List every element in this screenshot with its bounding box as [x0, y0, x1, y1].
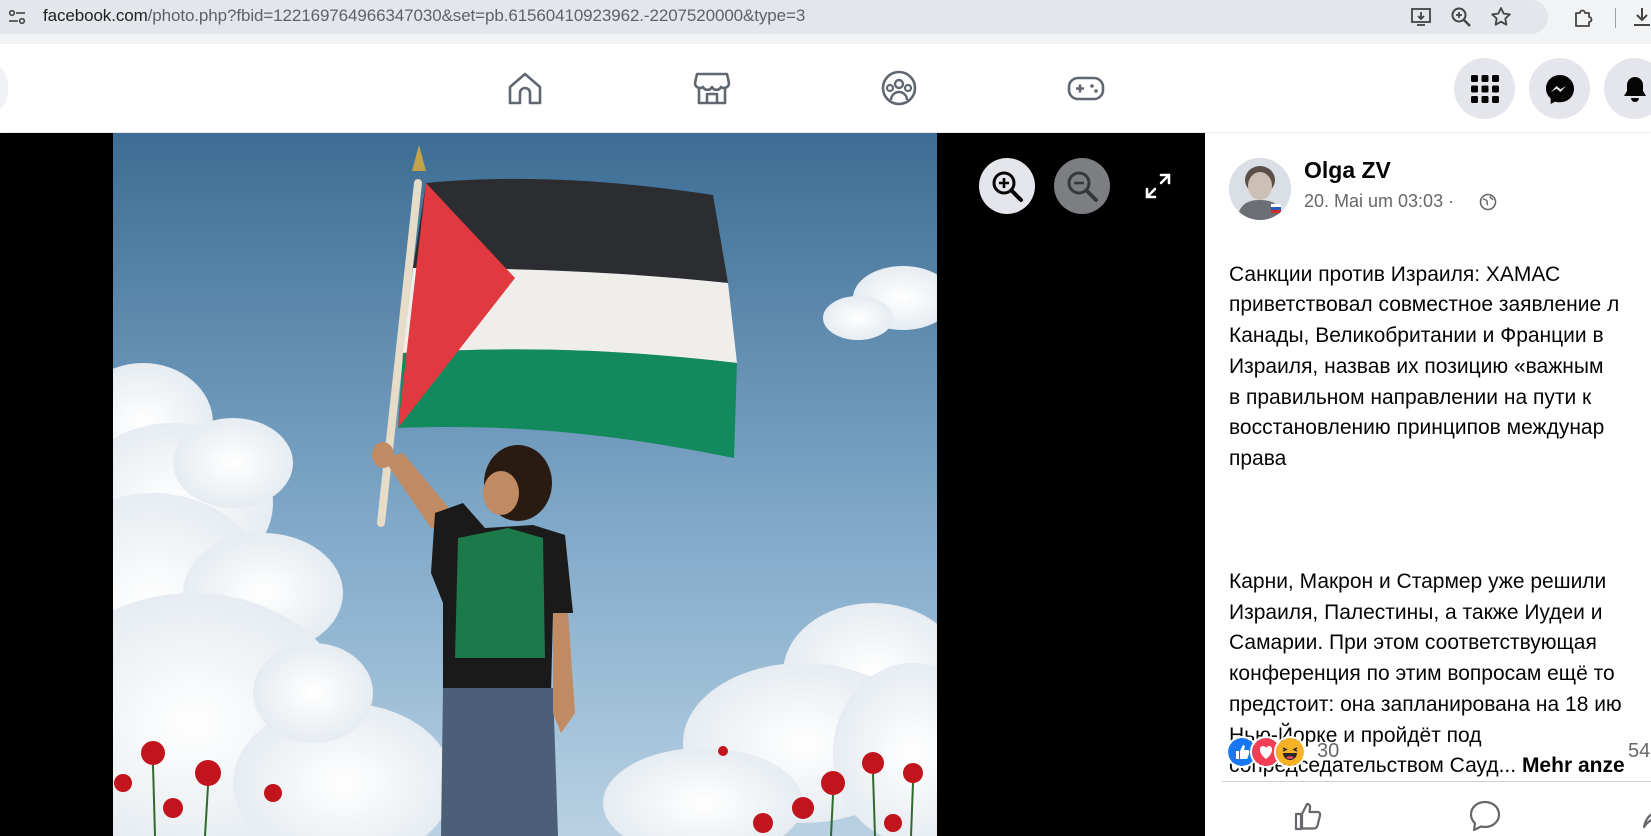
extensions-icon[interactable] — [1572, 5, 1596, 29]
avatar[interactable] — [1229, 158, 1291, 220]
zoom-out-button[interactable] — [1054, 158, 1110, 214]
post-paragraph-1: Санкции против Израиля: ХАМАС приветство… — [1229, 262, 1620, 470]
globe-icon — [1479, 193, 1497, 211]
zoom-in-button[interactable] — [979, 158, 1035, 214]
zoom-in-icon — [992, 171, 1023, 202]
zoom-icon[interactable] — [1449, 5, 1473, 29]
comment-count[interactable]: 54 — [1628, 740, 1650, 763]
post-panel: Olga ZV 20. Mai um 03:03 · Санкции проти… — [1205, 133, 1651, 836]
home-icon — [508, 72, 542, 105]
notifications-button[interactable] — [1604, 58, 1651, 119]
menu-grid-icon — [1470, 74, 1499, 103]
menu-button[interactable] — [1454, 58, 1515, 119]
post-photo[interactable] — [113, 133, 937, 836]
nav-gaming[interactable] — [1058, 60, 1114, 116]
photo-image — [113, 133, 937, 836]
photo-viewer — [0, 133, 1205, 836]
gaming-icon — [1067, 76, 1105, 101]
post-author[interactable]: Olga ZV — [1304, 157, 1391, 184]
fullscreen-icon[interactable] — [1144, 172, 1172, 200]
search-field[interactable] — [0, 64, 8, 112]
nav-marketplace[interactable] — [684, 60, 740, 116]
comment-action-icon[interactable] — [1468, 799, 1502, 833]
post-text: Санкции против Израиля: ХАМАС приветство… — [1229, 229, 1651, 813]
like-action-icon[interactable] — [1292, 799, 1326, 833]
toolbar-divider — [1615, 8, 1616, 28]
post-timestamp[interactable]: 20. Mai um 03:03 · — [1304, 191, 1454, 212]
marketplace-icon — [693, 72, 731, 105]
avatar-image — [1229, 158, 1291, 220]
messenger-button[interactable] — [1529, 58, 1590, 119]
download-icon[interactable] — [1630, 5, 1651, 29]
zoom-out-icon — [1067, 171, 1098, 202]
see-more-link[interactable]: Mehr anze — [1522, 754, 1625, 777]
url-host: facebook.com — [43, 6, 148, 25]
url-text[interactable]: facebook.com/photo.php?fbid=122169764966… — [43, 6, 805, 26]
groups-icon — [881, 70, 917, 106]
messenger-icon — [1545, 74, 1574, 104]
url-path: /photo.php?fbid=122169764966347030&set=p… — [147, 6, 806, 25]
notifications-bell-icon — [1623, 76, 1646, 102]
facebook-header — [0, 44, 1651, 132]
nav-groups[interactable] — [871, 60, 927, 116]
divider — [1222, 781, 1651, 782]
haha-reaction-icon — [1274, 736, 1306, 768]
nav-home[interactable] — [497, 60, 553, 116]
bookmark-star-icon[interactable] — [1489, 5, 1513, 29]
reaction-count[interactable]: 30 — [1317, 740, 1339, 763]
install-app-icon[interactable] — [1409, 5, 1433, 29]
browser-toolbar: facebook.com/photo.php?fbid=122169764966… — [0, 0, 1651, 45]
share-action-icon[interactable] — [1640, 799, 1651, 833]
site-info-icon[interactable] — [8, 9, 26, 25]
